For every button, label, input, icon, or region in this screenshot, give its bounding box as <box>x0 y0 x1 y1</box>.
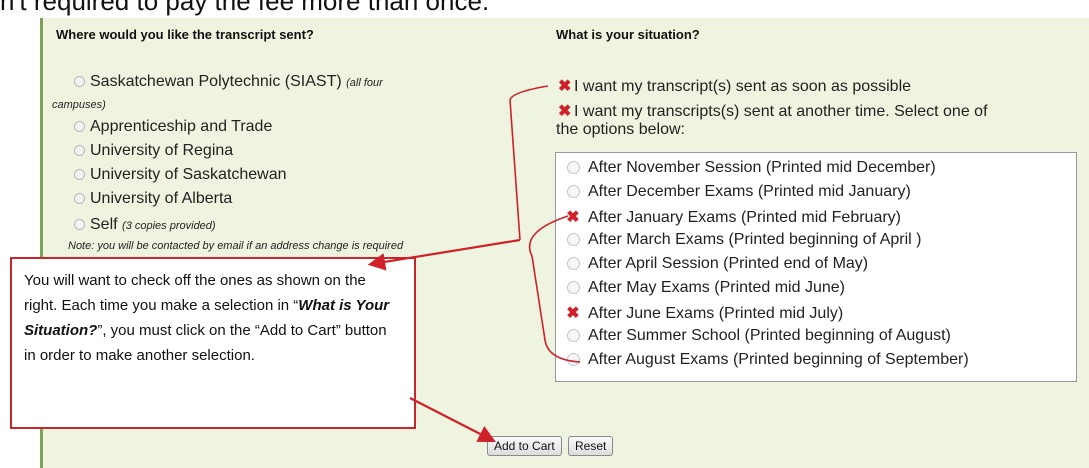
radio-icon[interactable] <box>74 145 85 157</box>
session-option[interactable]: After March Exams (Printed beginning of … <box>566 231 921 249</box>
session-label: After Summer School (Printed beginning o… <box>588 327 951 344</box>
reset-button[interactable]: Reset <box>568 436 614 456</box>
radio-icon[interactable] <box>566 233 580 247</box>
checked-x-icon[interactable]: ✖ <box>566 305 579 322</box>
radio-icon[interactable] <box>74 76 85 88</box>
radio-icon[interactable] <box>566 257 580 271</box>
session-option[interactable]: ✖ After January Exams (Printed mid Februa… <box>566 207 901 227</box>
situation-heading: What is your situation? <box>556 27 700 42</box>
session-label: After May Exams (Printed mid June) <box>588 279 845 296</box>
radio-icon[interactable] <box>566 185 580 199</box>
choice-other-label: I want my transcripts(s) sent at another… <box>574 103 988 120</box>
radio-icon[interactable] <box>74 219 85 231</box>
checked-x-icon[interactable]: ✖ <box>558 76 571 96</box>
radio-icon[interactable] <box>74 169 85 181</box>
choice-asap[interactable]: ✖ I want my transcript(s) sent as soon as… <box>558 76 911 96</box>
radio-icon[interactable] <box>566 329 580 343</box>
radio-icon[interactable] <box>566 161 580 175</box>
option-suffix: (3 copies provided) <box>122 220 216 232</box>
option-usask[interactable]: University of Saskatchewan <box>74 166 287 184</box>
checked-x-icon[interactable]: ✖ <box>566 209 579 226</box>
option-saskpolytech[interactable]: Saskatchewan Polytechnic (SIAST) (all fo… <box>74 73 383 91</box>
radio-icon[interactable] <box>74 121 85 133</box>
session-option[interactable]: After December Exams (Printed mid Januar… <box>566 183 911 201</box>
session-label: After August Exams (Printed beginning of… <box>588 351 969 368</box>
session-option[interactable]: After November Session (Printed mid Dece… <box>566 159 936 177</box>
option-label: University of Alberta <box>90 190 233 207</box>
option-label: Saskatchewan Polytechnic (SIAST) <box>90 73 342 90</box>
instruction-callout: You will want to check off the ones as s… <box>10 257 416 429</box>
session-label: After June Exams (Printed mid July) <box>588 305 844 322</box>
address-note: Note: you will be contacted by email if … <box>68 240 404 252</box>
session-option[interactable]: After April Session (Printed end of May) <box>566 255 868 273</box>
choice-other-continuation: the options below: <box>556 121 685 138</box>
option-label: Apprenticeship and Trade <box>90 118 273 135</box>
session-label: After April Session (Printed end of May) <box>588 255 869 272</box>
header-text: n't required to pay the fee more than on… <box>0 0 490 16</box>
choice-other-time[interactable]: ✖ I want my transcripts(s) sent at anothe… <box>558 101 988 121</box>
session-option[interactable]: After August Exams (Printed beginning of… <box>566 351 969 369</box>
session-options-box: After November Session (Printed mid Dece… <box>555 152 1077 382</box>
add-to-cart-button[interactable]: Add to Cart <box>487 436 562 456</box>
session-label: After November Session (Printed mid Dece… <box>588 159 936 176</box>
session-option[interactable]: After May Exams (Printed mid June) <box>566 279 845 297</box>
radio-icon[interactable] <box>566 281 580 295</box>
option-suffix: (all four <box>346 77 383 89</box>
radio-icon[interactable] <box>566 353 580 367</box>
checked-x-icon[interactable]: ✖ <box>558 101 571 121</box>
option-label: Self <box>90 216 118 233</box>
session-label: After December Exams (Printed mid Januar… <box>588 183 911 200</box>
option-ualberta[interactable]: University of Alberta <box>74 190 232 208</box>
destination-heading: Where would you like the transcript sent… <box>56 27 314 42</box>
radio-icon[interactable] <box>74 193 85 205</box>
session-label: After January Exams (Printed mid Februar… <box>588 209 901 226</box>
option-apprenticeship[interactable]: Apprenticeship and Trade <box>74 118 272 136</box>
session-label: After March Exams (Printed beginning of … <box>588 231 922 248</box>
campuses-continuation: campuses) <box>52 99 106 111</box>
option-label: University of Regina <box>90 142 234 159</box>
option-uregina[interactable]: University of Regina <box>74 142 233 160</box>
session-option[interactable]: After Summer School (Printed beginning o… <box>566 327 951 345</box>
session-option[interactable]: ✖ After June Exams (Printed mid July) <box>566 303 843 323</box>
option-label: University of Saskatchewan <box>90 166 287 183</box>
option-self[interactable]: Self (3 copies provided) <box>74 216 216 234</box>
choice-asap-label: I want my transcript(s) sent as soon as … <box>574 78 912 95</box>
